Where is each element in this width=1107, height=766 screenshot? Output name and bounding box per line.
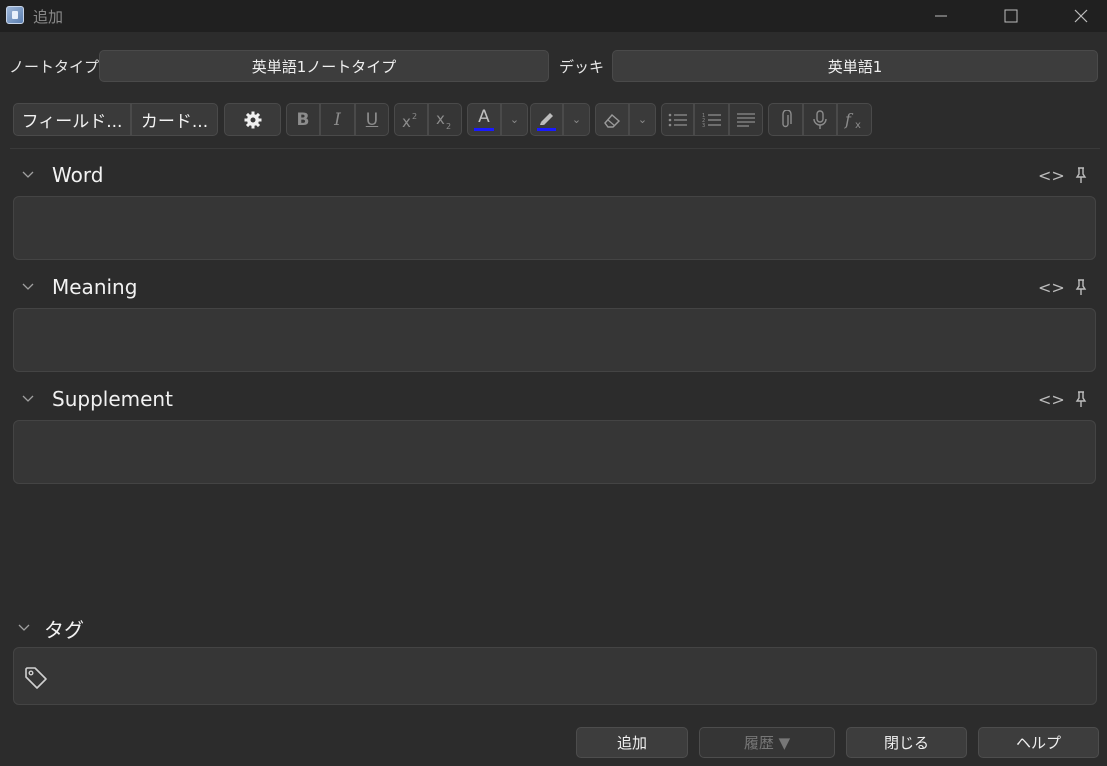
numbered-list-icon: 123 <box>702 113 721 128</box>
close-icon <box>1074 9 1088 23</box>
field-name-word: Word <box>52 163 104 187</box>
subscript-icon: x2 <box>436 111 451 129</box>
field-input-supplement[interactable] <box>13 420 1096 484</box>
pin-icon[interactable] <box>1075 278 1087 300</box>
close-window-button[interactable] <box>1058 0 1104 32</box>
svg-text:2: 2 <box>446 122 451 129</box>
svg-text:x: x <box>436 111 445 128</box>
tags-header: タグ <box>10 613 84 643</box>
maximize-icon <box>1004 9 1018 23</box>
chevron-down-icon[interactable] <box>10 618 38 638</box>
pin-icon[interactable] <box>1075 166 1087 188</box>
close-button[interactable]: 閉じる <box>846 727 967 758</box>
underline-button[interactable]: U <box>355 103 389 136</box>
superscript-icon: x2 <box>402 112 417 129</box>
options-button[interactable] <box>224 103 281 136</box>
text-color-swatch <box>474 128 494 131</box>
paperclip-icon <box>781 109 792 127</box>
numbered-list-button[interactable]: 123 <box>694 103 729 136</box>
text-color-button[interactable]: A <box>467 103 501 136</box>
text-color-icon: A <box>478 106 490 127</box>
notetype-selector[interactable]: 英単語1ノートタイプ <box>99 50 549 82</box>
eraser-icon <box>604 113 621 128</box>
highlight-color-swatch <box>537 128 556 131</box>
pin-icon[interactable] <box>1075 390 1087 412</box>
gear-icon <box>244 111 261 128</box>
highlight-color-dropdown[interactable]: ⌄ <box>563 103 590 136</box>
tags-label: タグ <box>44 617 84 642</box>
svg-text:2: 2 <box>412 112 417 121</box>
html-editor-icon[interactable]: <> <box>1038 166 1065 185</box>
tag-icon <box>25 667 47 689</box>
eraser-dropdown[interactable]: ⌄ <box>629 103 656 136</box>
cards-button[interactable]: カード... <box>131 103 218 136</box>
html-editor-icon[interactable]: <> <box>1038 278 1065 297</box>
record-audio-button[interactable] <box>803 103 837 136</box>
title-bar: 追加 <box>0 0 1107 32</box>
minimize-icon <box>935 15 947 17</box>
bold-button[interactable]: B <box>286 103 320 136</box>
math-button[interactable]: f x <box>837 103 872 136</box>
chevron-down-icon[interactable] <box>14 165 42 185</box>
maximize-button[interactable] <box>988 0 1034 32</box>
text-color-dropdown[interactable]: ⌄ <box>501 103 528 136</box>
superscript-button[interactable]: x2 <box>394 103 428 136</box>
tags-input[interactable] <box>13 647 1097 705</box>
chevron-down-icon[interactable] <box>14 277 42 297</box>
history-button[interactable]: 履歴 ▼ <box>699 727 835 758</box>
minimize-button[interactable] <box>918 0 964 32</box>
html-editor-icon[interactable]: <> <box>1038 390 1065 409</box>
microphone-icon <box>813 109 827 129</box>
svg-text:f: f <box>844 110 854 129</box>
svg-text:x: x <box>855 120 861 130</box>
field-header-word: Word <box>14 160 103 190</box>
bullet-list-button[interactable] <box>661 103 694 136</box>
subscript-button[interactable]: x2 <box>428 103 462 136</box>
app-icon <box>6 6 24 24</box>
highlight-color-button[interactable] <box>530 103 563 136</box>
field-header-meaning: Meaning <box>14 272 137 302</box>
field-header-supplement: Supplement <box>14 384 173 414</box>
add-button[interactable]: 追加 <box>576 727 688 758</box>
toolbar-divider <box>10 148 1100 149</box>
svg-text:3: 3 <box>702 123 705 128</box>
align-icon <box>737 112 755 127</box>
bullet-list-icon <box>668 113 687 126</box>
chevron-down-icon: ⌄ <box>509 113 520 126</box>
chevron-down-icon[interactable] <box>14 389 42 409</box>
align-button[interactable] <box>729 103 763 136</box>
function-icon: f x <box>844 110 861 130</box>
field-name-supplement: Supplement <box>52 387 173 411</box>
eraser-button[interactable] <box>595 103 629 136</box>
fields-button[interactable]: フィールド... <box>13 103 131 136</box>
field-input-word[interactable] <box>13 196 1096 260</box>
highlighter-icon <box>539 112 553 125</box>
window-title: 追加 <box>33 8 64 26</box>
field-name-meaning: Meaning <box>52 275 138 299</box>
notetype-label: ノートタイプ <box>9 58 100 76</box>
field-input-meaning[interactable] <box>13 308 1096 372</box>
deck-selector[interactable]: 英単語1 <box>612 50 1098 82</box>
attach-button[interactable] <box>768 103 803 136</box>
svg-text:x: x <box>402 113 411 129</box>
help-button[interactable]: ヘルプ <box>978 727 1099 758</box>
italic-button[interactable]: I <box>320 103 355 136</box>
chevron-down-icon: ⌄ <box>571 113 582 126</box>
chevron-down-icon: ⌄ <box>637 113 648 126</box>
deck-label: デッキ <box>559 58 605 76</box>
